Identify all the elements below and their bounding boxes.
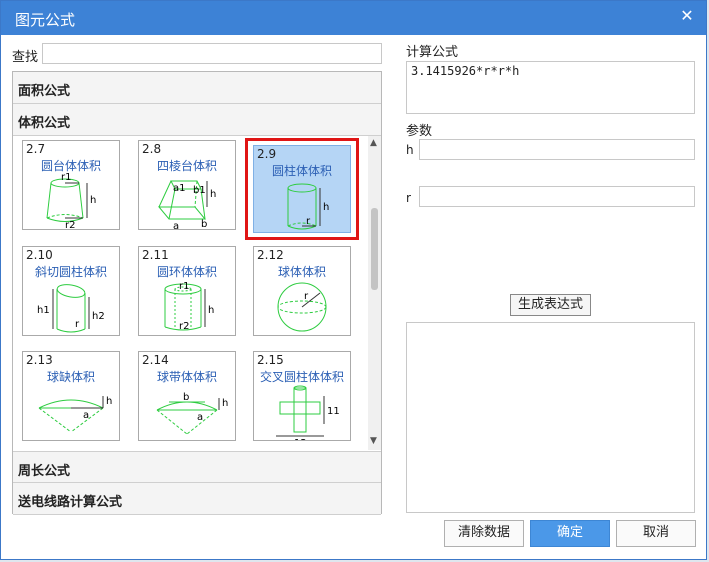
formula-card-truncated-cone[interactable]: 2.7 圆台体体积 r1 h r2: [22, 140, 120, 230]
card-title: 交叉圆柱体体积: [259, 370, 344, 384]
card-title: 球缺体积: [46, 370, 95, 384]
cylinder-diagram: h r: [287, 183, 329, 230]
formula-card-spherical-zone[interactable]: 2.14 球带体体积 b h a: [138, 351, 236, 441]
oblique-cylinder-diagram: h1 h2 r: [37, 284, 105, 333]
card-number: 2.13: [26, 353, 53, 367]
card-title: 圆台体体积: [40, 159, 101, 173]
formula-card-cylinder[interactable]: 2.9 圆柱体体积 h r: [253, 145, 351, 233]
formula-card-sphere[interactable]: 2.12 球体体积 r: [253, 246, 351, 336]
spherical-zone-diagram: b h a: [156, 392, 228, 435]
formula-card-frustum-pyramid[interactable]: 2.8 四棱台体积 a1 b1 h a b: [138, 140, 236, 230]
formula-card-oblique-cylinder[interactable]: 2.10 斜切圆柱体积 h1 h2 r: [22, 246, 120, 336]
close-icon[interactable]: ✕: [678, 7, 696, 25]
card-title: 四棱台体积: [156, 159, 217, 173]
formula-card-cross-cylinder[interactable]: 2.15 交叉圆柱体体积 11 12: [253, 351, 351, 441]
frustum-pyramid-diagram: a1 b1 h a b: [157, 180, 216, 229]
label-a: a: [173, 221, 179, 229]
param-h-input[interactable]: [419, 139, 695, 160]
search-label: 查找: [12, 50, 39, 65]
label-h1: h1: [37, 305, 50, 316]
label-r: r: [75, 319, 80, 330]
label-r2: r2: [179, 321, 189, 332]
clear-data-button[interactable]: 清除数据: [444, 520, 524, 547]
label-h: h: [208, 305, 214, 316]
label-r1: r1: [179, 281, 189, 292]
label-h: h: [222, 398, 228, 409]
label-12: 12: [294, 438, 307, 440]
formula-card-ring[interactable]: 2.11 圆环体体积 r1 h r2: [138, 246, 236, 336]
category-volume[interactable]: 体积公式: [13, 104, 381, 136]
card-title: 球带体体积: [156, 370, 217, 384]
card-number: 2.12: [257, 248, 284, 262]
label-b: b: [183, 392, 189, 403]
label-r1: r1: [61, 173, 71, 183]
card-number: 2.9: [257, 147, 277, 161]
formula-card-grid: 2.7 圆台体体积 r1 h r2 2.8 四棱台体积 a1 b1 h a b …: [13, 136, 381, 450]
ring-diagram: r1 h r2: [164, 281, 214, 332]
label-11: 11: [327, 406, 340, 417]
cross-cylinder-diagram: 11 12: [276, 385, 340, 440]
dialog-title: 图元公式: [15, 11, 76, 29]
card-number: 2.14: [142, 353, 169, 367]
param-r-input[interactable]: [419, 186, 695, 207]
label-a1: a1: [173, 183, 186, 194]
scroll-up-icon[interactable]: ▲: [370, 138, 377, 148]
expression-output-area[interactable]: [406, 322, 695, 513]
scrollbar-thumb[interactable]: [371, 208, 378, 290]
label-b: b: [201, 219, 207, 229]
params-label: 参数: [406, 124, 433, 139]
label-h2: h2: [92, 311, 105, 322]
sphere-diagram: r: [277, 282, 327, 332]
label-b1: b1: [193, 185, 206, 196]
formula-textarea[interactable]: 3.1415926*r*r*h: [406, 61, 695, 114]
label-h: h: [90, 195, 96, 206]
formula-category-panel: 面积公式 体积公式 2.7 圆台体体积 r1 h r2 2.8 四棱台体积 a1…: [12, 71, 382, 515]
card-number: 2.15: [257, 353, 284, 367]
param-r-label: r: [406, 191, 411, 205]
category-transmission[interactable]: 送电线路计算公式: [13, 483, 381, 515]
card-title: 圆环体体积: [156, 265, 217, 279]
card-number: 2.8: [142, 142, 162, 156]
card-number: 2.11: [142, 248, 169, 262]
label-h: h: [106, 396, 112, 407]
card-number: 2.7: [26, 142, 46, 156]
search-input[interactable]: [42, 43, 382, 64]
card-title: 球体体积: [277, 265, 326, 279]
label-h: h: [323, 202, 329, 213]
spherical-cap-diagram: h a: [38, 396, 112, 433]
label-r: r: [304, 291, 309, 302]
label-r2: r2: [65, 220, 75, 229]
generate-expression-button[interactable]: 生成表达式: [510, 294, 591, 316]
truncated-cone-diagram: r1 h r2: [46, 173, 96, 229]
param-h-label: h: [406, 143, 414, 157]
card-number: 2.10: [26, 248, 53, 262]
label-h: h: [210, 189, 216, 200]
label-a: a: [83, 410, 89, 421]
card-title: 圆柱体体积: [271, 164, 332, 178]
label-r: r: [306, 216, 311, 227]
scroll-down-icon[interactable]: ▼: [370, 436, 377, 446]
formula-card-spherical-cap[interactable]: 2.13 球缺体积 h a: [22, 351, 120, 441]
title-bar: 图元公式 ✕: [1, 1, 706, 35]
formula-label: 计算公式: [406, 45, 459, 60]
card-title: 斜切圆柱体积: [34, 265, 107, 279]
category-area[interactable]: 面积公式: [13, 72, 381, 104]
card-grid-scrollbar[interactable]: ▲ ▼: [368, 136, 381, 450]
label-a: a: [197, 412, 203, 423]
ok-button[interactable]: 确定: [530, 520, 610, 547]
formula-dialog: 图元公式 ✕ 查找 面积公式 体积公式 2.7 圆台体体积 r1 h r2 2.…: [0, 0, 707, 560]
cancel-button[interactable]: 取消: [616, 520, 696, 547]
category-perimeter[interactable]: 周长公式: [13, 451, 381, 483]
